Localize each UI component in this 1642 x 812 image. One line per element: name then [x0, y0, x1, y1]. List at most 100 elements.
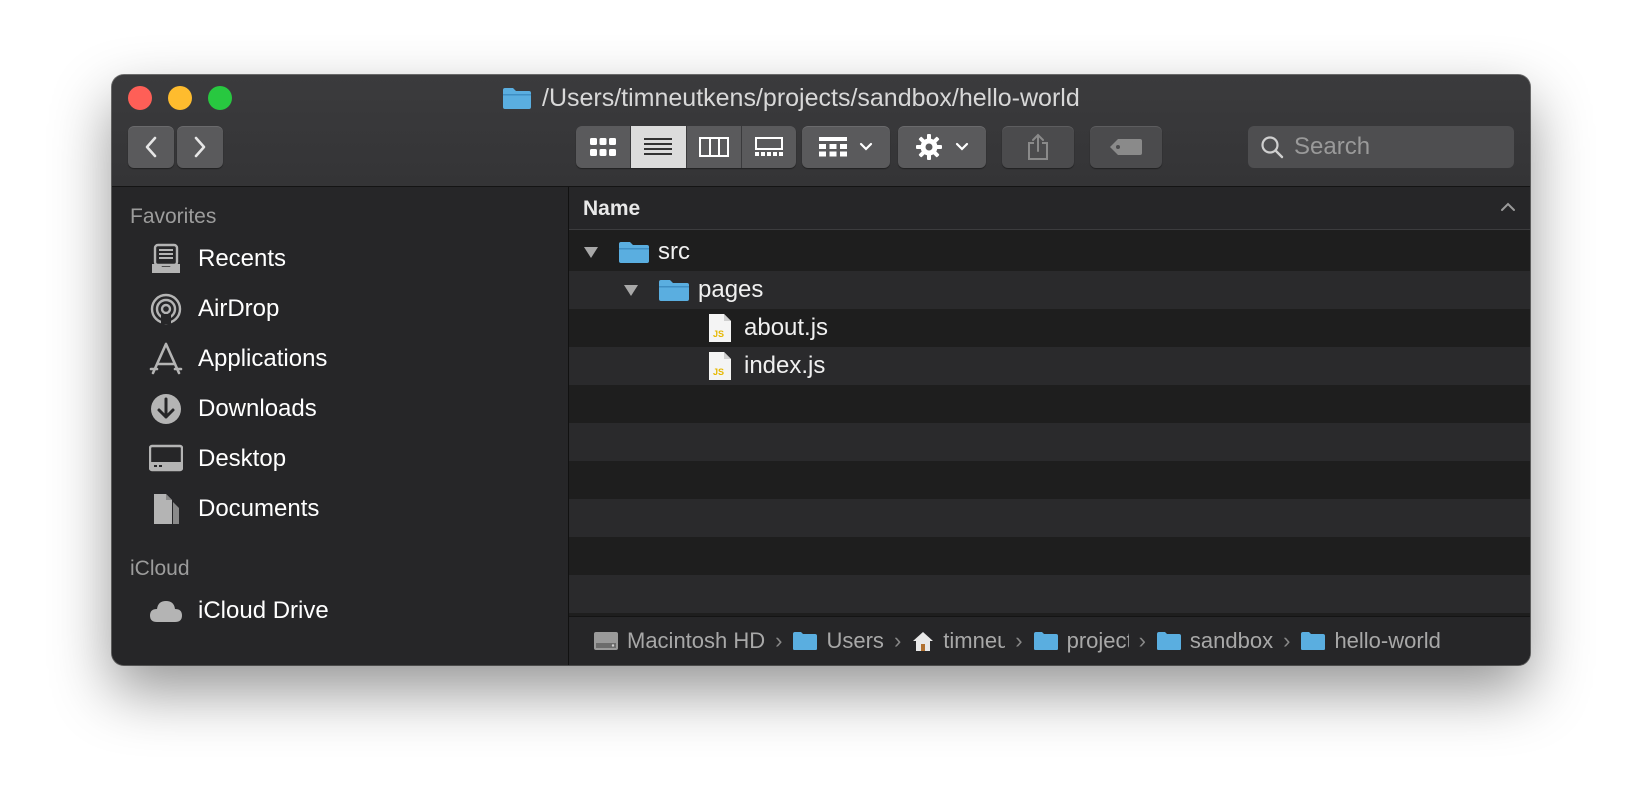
chevron-right-icon: ›	[775, 628, 783, 653]
disclosure-triangle-icon[interactable]	[582, 245, 600, 259]
back-button[interactable]	[128, 126, 174, 168]
sidebar-item-label: Desktop	[198, 445, 287, 472]
empty-row	[569, 423, 1530, 461]
empty-row	[569, 537, 1530, 575]
forward-button[interactable]	[177, 126, 223, 168]
chevron-right-icon	[194, 136, 206, 158]
path-item-home[interactable]: timneutkens	[911, 628, 1005, 654]
empty-row	[569, 575, 1530, 613]
sidebar-item-documents[interactable]: Documents	[148, 487, 319, 531]
sidebar-item-applications[interactable]: Applications	[148, 337, 327, 381]
sidebar-item-desktop[interactable]: Desktop	[148, 437, 286, 481]
sidebar-item-recents[interactable]: Recents	[148, 237, 286, 281]
titlebar: /Users/timneutkens/projects/sandbox/hell…	[112, 75, 1530, 187]
chevron-right-icon: ›	[893, 628, 902, 653]
cloud-icon	[150, 601, 182, 622]
file-name: about.js	[744, 314, 829, 341]
documents-icon	[154, 494, 179, 524]
sidebar: Favorites Recents AirDrop Applications D…	[112, 187, 569, 665]
js-file-icon: JS	[709, 352, 731, 380]
file-name: src	[658, 238, 690, 265]
folder-icon	[1033, 632, 1058, 650]
list-row[interactable]: pages	[569, 271, 1530, 309]
path-item-label: projects	[1066, 628, 1129, 653]
window-title-text: /Users/timneutkens/projects/sandbox/hell…	[542, 83, 1080, 112]
list-row[interactable]: JS about.js	[569, 309, 1530, 347]
group-icon	[819, 137, 847, 157]
sidebar-item-label: Downloads	[198, 395, 317, 422]
share-icon	[1028, 133, 1048, 160]
chevron-right-icon: ›	[1015, 628, 1023, 653]
column-header-name[interactable]: Name	[569, 187, 1530, 230]
chevron-down-icon	[859, 142, 873, 151]
svg-text:JS: JS	[713, 367, 724, 377]
sort-ascending-icon	[1500, 197, 1516, 223]
sidebar-item-label: Recents	[198, 245, 287, 272]
column-view-button[interactable]	[687, 126, 742, 168]
path-item-label: hello-world	[1334, 628, 1441, 653]
folder-icon	[793, 632, 818, 650]
sidebar-item-downloads[interactable]: Downloads	[148, 387, 317, 431]
gallery-icon	[754, 137, 783, 156]
folder-icon	[503, 88, 531, 109]
chevron-left-icon	[145, 136, 157, 158]
path-item-macintosh-hd[interactable]: Macintosh HD	[593, 628, 765, 654]
list-icon	[644, 138, 673, 155]
close-button[interactable]	[128, 86, 152, 110]
empty-row	[569, 499, 1530, 537]
sidebar-item-airdrop[interactable]: AirDrop	[148, 287, 279, 331]
path-item-projects[interactable]: projects	[1033, 628, 1129, 654]
file-name: pages	[698, 276, 764, 303]
chevron-down-icon	[955, 142, 969, 151]
view-mode-control	[576, 126, 796, 168]
empty-row	[569, 461, 1530, 499]
empty-row	[569, 385, 1530, 423]
columns-icon	[698, 137, 729, 157]
folder-icon	[659, 280, 689, 301]
search-field[interactable]: Search	[1248, 126, 1514, 168]
search-placeholder: Search	[1294, 133, 1371, 160]
desktop-icon	[149, 444, 183, 472]
gallery-view-button[interactable]	[742, 126, 796, 168]
share-button[interactable]	[1002, 126, 1074, 168]
path-item-label: timneutkens	[943, 628, 1005, 653]
path-item-label: Users	[826, 628, 884, 653]
tag-icon	[1110, 139, 1142, 155]
search-icon	[1261, 136, 1284, 159]
zoom-button[interactable]	[208, 86, 232, 110]
finder-window: /Users/timneutkens/projects/sandbox/hell…	[112, 75, 1530, 665]
gear-icon	[916, 134, 942, 160]
list-row[interactable]: JS index.js	[569, 347, 1530, 385]
path-item-label: Macintosh HD	[627, 628, 766, 653]
sidebar-item-icloud-drive[interactable]: iCloud Drive	[148, 589, 329, 633]
grid-icon	[590, 138, 617, 156]
icon-view-button[interactable]	[576, 126, 632, 168]
favorites-heading: Favorites	[130, 205, 217, 228]
file-list: Name src pages JS about.js JS index.js M…	[569, 187, 1530, 665]
sidebar-item-label: Documents	[198, 495, 320, 522]
folder-icon	[1301, 632, 1326, 650]
path-item-hello-world[interactable]: hello-world	[1300, 628, 1441, 654]
list-view-button[interactable]	[631, 126, 687, 168]
list-row[interactable]: src	[569, 233, 1530, 271]
applications-icon	[149, 342, 183, 375]
disclosure-triangle-icon[interactable]	[622, 283, 640, 297]
action-button[interactable]	[898, 126, 986, 168]
folder-icon	[1156, 632, 1181, 650]
folder-icon	[619, 242, 649, 263]
chevron-right-icon: ›	[1283, 628, 1291, 653]
path-bar: Macintosh HD › Users › timneutkens ›	[569, 616, 1530, 665]
window-title: /Users/timneutkens/projects/sandbox/hell…	[502, 83, 1080, 113]
hard-drive-icon	[594, 632, 618, 650]
tags-button[interactable]	[1090, 126, 1162, 168]
sidebar-item-label: iCloud Drive	[198, 597, 329, 624]
group-by-button[interactable]	[802, 126, 890, 168]
path-item-sandbox[interactable]: sandbox	[1156, 628, 1273, 654]
sidebar-item-label: Applications	[198, 345, 328, 372]
chevron-right-icon: ›	[1138, 628, 1146, 653]
sidebar-item-label: AirDrop	[198, 295, 280, 322]
path-item-users[interactable]: Users	[792, 628, 884, 654]
downloads-icon	[151, 394, 181, 424]
svg-text:JS: JS	[713, 329, 724, 339]
minimize-button[interactable]	[168, 86, 192, 110]
